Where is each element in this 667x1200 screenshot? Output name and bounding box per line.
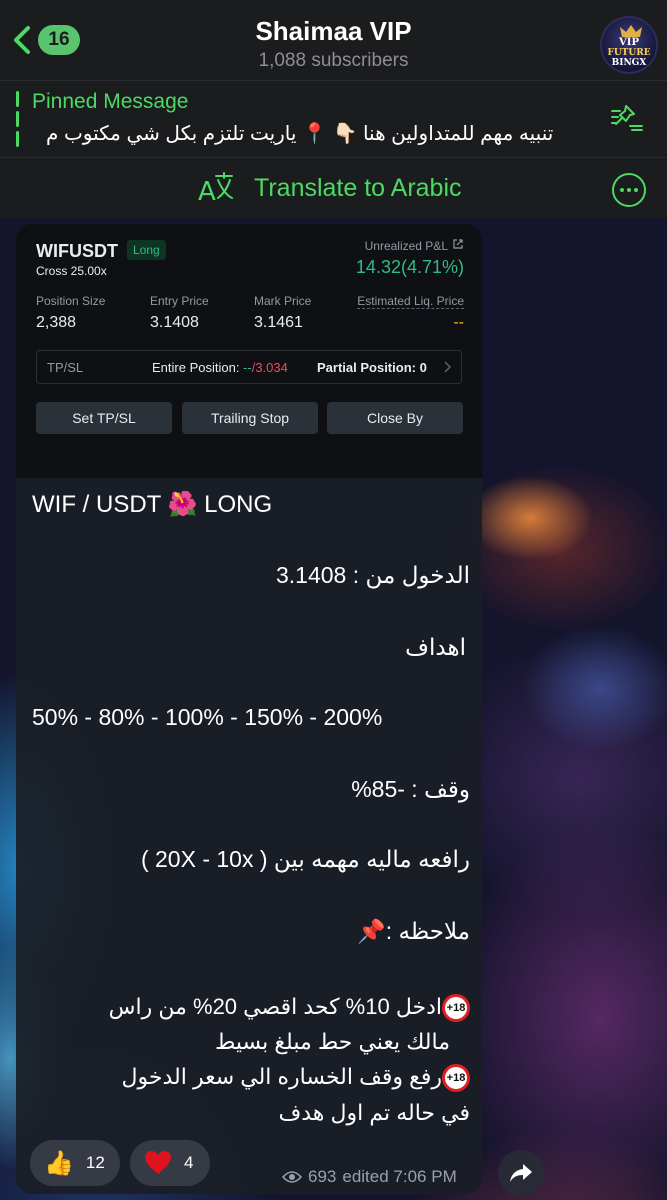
translate-icon: A — [198, 172, 233, 206]
position-screenshot[interactable]: WIFUSDT Long Cross 25.00x Unrealized P&L… — [16, 224, 482, 478]
stop-line: وقف : -85% — [351, 776, 470, 802]
forward-arrow-icon — [510, 1164, 532, 1182]
svg-text:A: A — [198, 177, 216, 206]
18-plus-icon: 18+ — [442, 994, 470, 1023]
pin-list-icon[interactable] — [610, 102, 644, 132]
reaction-count: 12 — [85, 1153, 105, 1172]
heart-icon — [145, 1151, 171, 1174]
pushpin-icon: 📌 — [357, 918, 386, 944]
channel-avatar[interactable]: VIP FUTURE BINGX — [600, 16, 658, 74]
note-label-line: ملاحظه :📌 — [357, 918, 470, 945]
note-line-4: في حاله تم اول هدف — [278, 1100, 470, 1125]
targets-label: اهداف — [405, 634, 466, 660]
chevron-right-icon — [444, 361, 451, 373]
tpsl-row: TP/SL Entire Position: --/3.034 Partial … — [36, 350, 462, 384]
forward-button[interactable] — [498, 1150, 544, 1196]
tpsl-label: TP/SL — [47, 360, 84, 375]
channel-title[interactable]: Shaimaa VIP — [0, 16, 667, 47]
more-dot-icon — [620, 188, 624, 192]
chat-header: 16 Shaimaa VIP 1,088 subscribers VIP FUT… — [0, 0, 667, 81]
entry-line: الدخول من : 3.1408 — [275, 562, 470, 588]
entire-sl-value: /3.034 — [251, 360, 288, 375]
message-meta: 693 edited 7:06 PM — [282, 1167, 457, 1187]
subscriber-count: 1,088 subscribers — [258, 50, 409, 71]
mark-price-label: Mark Price — [254, 294, 312, 308]
view-count: 693 — [308, 1167, 337, 1186]
note-text-1: ادخل 10% كحد اقصي 20% من راس — [108, 994, 442, 1019]
avatar-text-1: VIP — [619, 37, 639, 48]
position-size-label: Position Size — [36, 294, 106, 308]
partial-position: Partial Position: 0 — [317, 360, 427, 375]
pinned-text: تنبيه مهم للمتداولين هنا 👇🏻 📍 ياريت تلتز… — [46, 123, 554, 145]
reaction-count: 4 — [184, 1153, 194, 1172]
pnl-value: 14.32(4.71%) — [355, 257, 464, 277]
entry-price-value: 3.1408 — [150, 314, 199, 331]
targets-line: 50% - 80% - 100% - 150% - 200% — [32, 704, 383, 730]
close-by-button: Close By — [327, 402, 463, 434]
reaction-thumbs-up[interactable]: 👍 12 — [30, 1140, 120, 1186]
translate-label[interactable]: Translate to Arabic — [254, 174, 462, 203]
eye-icon — [282, 1171, 302, 1183]
entire-position-label: Entire Position: — [152, 360, 244, 375]
note-line-1: 18+ادخل 10% كحد اقصي 20% من راس — [109, 990, 470, 1023]
avatar-text-3: BINGX — [611, 58, 647, 68]
share-external-icon — [453, 239, 463, 249]
pinned-indicator — [16, 91, 19, 147]
message-title: WIF / USDT 🌺 LONG — [32, 491, 273, 518]
note-line-2: مالك يعني حط مبلغ بسيط — [214, 1029, 450, 1054]
pinned-label: Pinned Message — [32, 90, 189, 113]
entire-position: Entire Position: --/3.034 — [152, 360, 288, 375]
set-tpsl-button: Set TP/SL — [36, 402, 172, 434]
pnl-label: Unrealized P&L — [364, 239, 448, 253]
more-options-button[interactable] — [612, 173, 646, 207]
more-dot-icon — [634, 188, 638, 192]
note-label: ملاحظه : — [385, 918, 470, 944]
pinned-message-bar[interactable]: Pinned Message تنبيه مهم للمتداولين هنا … — [0, 81, 667, 158]
entry-price-label: Entry Price — [150, 294, 209, 308]
note-text-3: رفع وقف الخساره الي سعر الدخول — [121, 1064, 442, 1089]
trailing-stop-button: Trailing Stop — [182, 402, 318, 434]
side-badge: Long — [127, 240, 166, 260]
18-plus-icon: 18+ — [442, 1064, 470, 1093]
liq-price-label: Estimated Liq. Price — [357, 294, 464, 309]
avatar-text-2: FUTURE — [607, 48, 651, 58]
position-size-value: 2,388 — [36, 314, 77, 331]
symbol: WIFUSDT — [36, 241, 118, 261]
thumbs-up-icon: 👍 — [44, 1149, 74, 1177]
mark-price-value: 3.1461 — [254, 314, 303, 331]
edited-time: edited 7:06 PM — [342, 1167, 457, 1186]
more-dot-icon — [627, 188, 631, 192]
margin-mode: Cross 25.00x — [36, 264, 107, 278]
reaction-heart[interactable]: 4 — [130, 1140, 210, 1186]
message-bubble[interactable]: WIFUSDT Long Cross 25.00x Unrealized P&L… — [16, 224, 482, 1194]
liq-price-value: -- — [453, 314, 464, 331]
note-line-3: 18+رفع وقف الخساره الي سعر الدخول — [122, 1060, 470, 1093]
entire-tp-value: -- — [243, 360, 252, 375]
leverage-line: رافعه ماليه مهمه بين ( 20X - 10x ) — [140, 846, 470, 872]
